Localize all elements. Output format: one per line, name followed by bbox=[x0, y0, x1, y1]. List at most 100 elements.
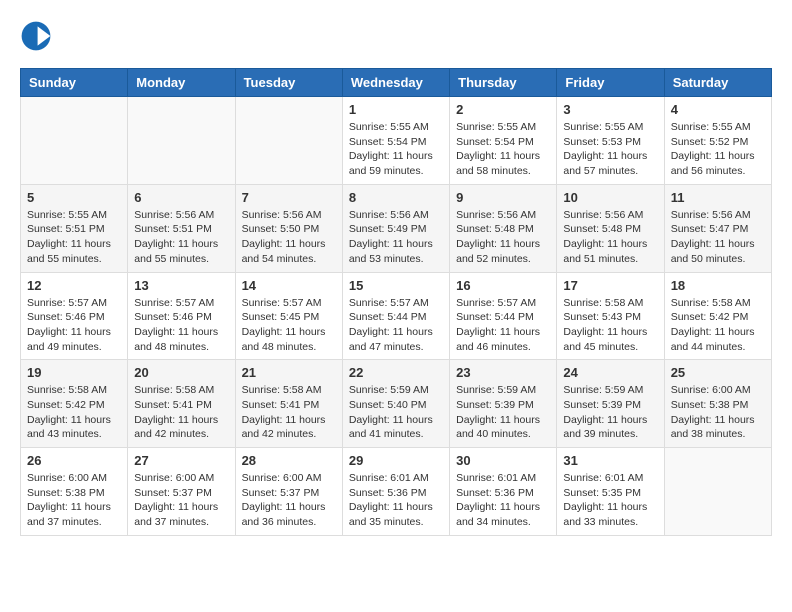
day-number: 9 bbox=[456, 190, 550, 205]
day-info: Sunrise: 6:00 AM Sunset: 5:37 PM Dayligh… bbox=[242, 471, 336, 530]
calendar-cell: 27 Sunrise: 6:00 AM Sunset: 5:37 PM Dayli… bbox=[128, 448, 235, 536]
day-info: Sunrise: 5:57 AM Sunset: 5:46 PM Dayligh… bbox=[134, 296, 228, 355]
day-info: Sunrise: 5:56 AM Sunset: 5:50 PM Dayligh… bbox=[242, 208, 336, 267]
page-header bbox=[20, 20, 772, 52]
day-info: Sunrise: 6:01 AM Sunset: 5:36 PM Dayligh… bbox=[349, 471, 443, 530]
calendar-cell: 15Sunrise: 5:57 AM Sunset: 5:44 PM Dayli… bbox=[342, 272, 449, 360]
day-number: 17 bbox=[563, 278, 657, 293]
day-info: Sunrise: 5:55 AM Sunset: 5:54 PM Dayligh… bbox=[349, 120, 443, 179]
weekday-row: SundayMondayTuesdayWednesdayThursdayFrid… bbox=[21, 69, 772, 97]
day-info: Sunrise: 6:00 AM Sunset: 5:37 PM Dayligh… bbox=[134, 471, 228, 530]
calendar-cell: 20Sunrise: 5:58 AM Sunset: 5:41 PM Dayli… bbox=[128, 360, 235, 448]
day-info: Sunrise: 5:57 AM Sunset: 5:46 PM Dayligh… bbox=[27, 296, 121, 355]
calendar-table: SundayMondayTuesdayWednesdayThursdayFrid… bbox=[20, 68, 772, 536]
calendar-cell: 13 Sunrise: 5:57 AM Sunset: 5:46 PM Dayli… bbox=[128, 272, 235, 360]
calendar-cell: 23 Sunrise: 5:59 AM Sunset: 5:39 PM Dayli… bbox=[450, 360, 557, 448]
day-number: 28 bbox=[242, 453, 336, 468]
calendar-cell: 14 Sunrise: 5:57 AM Sunset: 5:45 PM Dayli… bbox=[235, 272, 342, 360]
calendar-cell: 19 Sunrise: 5:58 AM Sunset: 5:42 PM Dayli… bbox=[21, 360, 128, 448]
day-info: Sunrise: 5:59 AM Sunset: 5:40 PM Dayligh… bbox=[349, 383, 443, 442]
calendar-cell: 17 Sunrise: 5:58 AM Sunset: 5:43 PM Dayli… bbox=[557, 272, 664, 360]
day-info: Sunrise: 5:56 AM Sunset: 5:48 PM Dayligh… bbox=[563, 208, 657, 267]
day-number: 31 bbox=[563, 453, 657, 468]
day-number: 27 bbox=[134, 453, 228, 468]
day-number: 19 bbox=[27, 365, 121, 380]
weekday-header: Saturday bbox=[664, 69, 771, 97]
day-number: 13 bbox=[134, 278, 228, 293]
day-info: Sunrise: 5:56 AM Sunset: 5:49 PM Dayligh… bbox=[349, 208, 443, 267]
day-number: 20 bbox=[134, 365, 228, 380]
calendar-cell: 2 Sunrise: 5:55 AM Sunset: 5:54 PM Daylig… bbox=[450, 97, 557, 185]
day-number: 6 bbox=[134, 190, 228, 205]
calendar-header: SundayMondayTuesdayWednesdayThursdayFrid… bbox=[21, 69, 772, 97]
day-number: 26 bbox=[27, 453, 121, 468]
calendar-cell: 5 Sunrise: 5:55 AM Sunset: 5:51 PM Daylig… bbox=[21, 184, 128, 272]
weekday-header: Tuesday bbox=[235, 69, 342, 97]
day-info: Sunrise: 5:57 AM Sunset: 5:45 PM Dayligh… bbox=[242, 296, 336, 355]
day-info: Sunrise: 5:58 AM Sunset: 5:42 PM Dayligh… bbox=[27, 383, 121, 442]
day-number: 12 bbox=[27, 278, 121, 293]
calendar-cell: 12 Sunrise: 5:57 AM Sunset: 5:46 PM Dayli… bbox=[21, 272, 128, 360]
day-number: 30 bbox=[456, 453, 550, 468]
day-info: Sunrise: 5:58 AM Sunset: 5:42 PM Dayligh… bbox=[671, 296, 765, 355]
logo bbox=[20, 20, 56, 52]
day-info: Sunrise: 5:56 AM Sunset: 5:51 PM Dayligh… bbox=[134, 208, 228, 267]
day-number: 29 bbox=[349, 453, 443, 468]
day-number: 3 bbox=[563, 102, 657, 117]
calendar-cell: 1 Sunrise: 5:55 AM Sunset: 5:54 PM Daylig… bbox=[342, 97, 449, 185]
calendar-cell: 7Sunrise: 5:56 AM Sunset: 5:50 PM Daylig… bbox=[235, 184, 342, 272]
day-info: Sunrise: 5:56 AM Sunset: 5:48 PM Dayligh… bbox=[456, 208, 550, 267]
day-number: 25 bbox=[671, 365, 765, 380]
day-number: 15 bbox=[349, 278, 443, 293]
day-info: Sunrise: 5:59 AM Sunset: 5:39 PM Dayligh… bbox=[456, 383, 550, 442]
weekday-header: Monday bbox=[128, 69, 235, 97]
calendar-week-row: 19 Sunrise: 5:58 AM Sunset: 5:42 PM Dayli… bbox=[21, 360, 772, 448]
weekday-header: Sunday bbox=[21, 69, 128, 97]
calendar-cell: 8 Sunrise: 5:56 AM Sunset: 5:49 PM Daylig… bbox=[342, 184, 449, 272]
day-info: Sunrise: 5:59 AM Sunset: 5:39 PM Dayligh… bbox=[563, 383, 657, 442]
logo-icon bbox=[20, 20, 52, 52]
calendar-cell bbox=[21, 97, 128, 185]
day-info: Sunrise: 5:55 AM Sunset: 5:54 PM Dayligh… bbox=[456, 120, 550, 179]
calendar-cell: 26Sunrise: 6:00 AM Sunset: 5:38 PM Dayli… bbox=[21, 448, 128, 536]
calendar-cell: 6 Sunrise: 5:56 AM Sunset: 5:51 PM Daylig… bbox=[128, 184, 235, 272]
day-number: 8 bbox=[349, 190, 443, 205]
calendar-cell: 29 Sunrise: 6:01 AM Sunset: 5:36 PM Dayli… bbox=[342, 448, 449, 536]
calendar-cell: 21Sunrise: 5:58 AM Sunset: 5:41 PM Dayli… bbox=[235, 360, 342, 448]
weekday-header: Wednesday bbox=[342, 69, 449, 97]
calendar-week-row: 12 Sunrise: 5:57 AM Sunset: 5:46 PM Dayli… bbox=[21, 272, 772, 360]
calendar-week-row: 26Sunrise: 6:00 AM Sunset: 5:38 PM Dayli… bbox=[21, 448, 772, 536]
calendar-cell: 22 Sunrise: 5:59 AM Sunset: 5:40 PM Dayli… bbox=[342, 360, 449, 448]
day-info: Sunrise: 6:01 AM Sunset: 5:35 PM Dayligh… bbox=[563, 471, 657, 530]
calendar-body: 1 Sunrise: 5:55 AM Sunset: 5:54 PM Daylig… bbox=[21, 97, 772, 536]
weekday-header: Friday bbox=[557, 69, 664, 97]
day-number: 2 bbox=[456, 102, 550, 117]
day-number: 1 bbox=[349, 102, 443, 117]
day-number: 11 bbox=[671, 190, 765, 205]
day-info: Sunrise: 5:55 AM Sunset: 5:51 PM Dayligh… bbox=[27, 208, 121, 267]
calendar-cell: 16 Sunrise: 5:57 AM Sunset: 5:44 PM Dayli… bbox=[450, 272, 557, 360]
calendar-cell: 11Sunrise: 5:56 AM Sunset: 5:47 PM Dayli… bbox=[664, 184, 771, 272]
calendar-cell: 25 Sunrise: 6:00 AM Sunset: 5:38 PM Dayli… bbox=[664, 360, 771, 448]
calendar-cell: 3Sunrise: 5:55 AM Sunset: 5:53 PM Daylig… bbox=[557, 97, 664, 185]
day-number: 5 bbox=[27, 190, 121, 205]
day-info: Sunrise: 5:58 AM Sunset: 5:43 PM Dayligh… bbox=[563, 296, 657, 355]
day-number: 4 bbox=[671, 102, 765, 117]
day-number: 16 bbox=[456, 278, 550, 293]
day-info: Sunrise: 6:00 AM Sunset: 5:38 PM Dayligh… bbox=[671, 383, 765, 442]
weekday-header: Thursday bbox=[450, 69, 557, 97]
calendar-cell: 24 Sunrise: 5:59 AM Sunset: 5:39 PM Dayli… bbox=[557, 360, 664, 448]
day-number: 22 bbox=[349, 365, 443, 380]
day-info: Sunrise: 6:01 AM Sunset: 5:36 PM Dayligh… bbox=[456, 471, 550, 530]
day-info: Sunrise: 5:55 AM Sunset: 5:52 PM Dayligh… bbox=[671, 120, 765, 179]
day-number: 18 bbox=[671, 278, 765, 293]
calendar-cell bbox=[128, 97, 235, 185]
day-number: 14 bbox=[242, 278, 336, 293]
calendar-cell bbox=[664, 448, 771, 536]
calendar-cell: 18 Sunrise: 5:58 AM Sunset: 5:42 PM Dayli… bbox=[664, 272, 771, 360]
day-info: Sunrise: 5:57 AM Sunset: 5:44 PM Dayligh… bbox=[456, 296, 550, 355]
calendar-week-row: 1 Sunrise: 5:55 AM Sunset: 5:54 PM Daylig… bbox=[21, 97, 772, 185]
calendar-cell bbox=[235, 97, 342, 185]
day-number: 24 bbox=[563, 365, 657, 380]
day-number: 23 bbox=[456, 365, 550, 380]
